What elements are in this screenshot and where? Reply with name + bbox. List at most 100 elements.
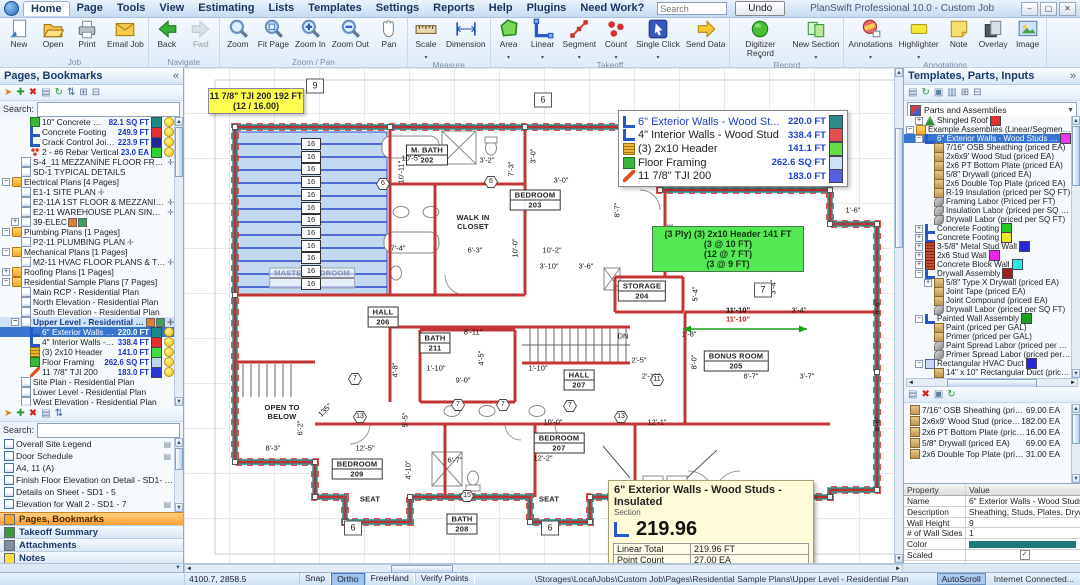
delete-icon[interactable]: ✖ <box>29 408 37 420</box>
visibility-bulb-icon[interactable] <box>164 137 174 147</box>
menu-tab-tools[interactable]: Tools <box>110 1 153 16</box>
collapse-icon[interactable]: − <box>915 315 923 323</box>
ribbon-button-image[interactable]: Image <box>1011 18 1045 60</box>
tree-row-14-x-10-rectangular-duct-priced-p[interactable]: −14" x 10" Rectangular Duct (priced p... <box>904 368 1071 377</box>
legend-row-6-exterior-walls-wood-st[interactable]: 6" Exterior Walls - Wood St...220.0 FT <box>623 115 843 129</box>
tree-row-7-16-osb-sheathing-priced-ea[interactable]: −7/16" OSB Sheathing (priced EA) <box>904 143 1071 152</box>
tree-row-2x6-pt-bottom-plate-priced-ea[interactable]: −2x6 PT Bottom Plate (priced EA) <box>904 161 1071 170</box>
tji-annotation-label[interactable]: 11 7/8" TJI 200 192 FT (12 / 16.00) <box>208 88 304 114</box>
tree-row-roofing-plans-1-pages[interactable]: +Roofing Plans [1 Pages] <box>0 267 174 277</box>
tree-row-6-exterior-walls-wood-stu[interactable]: −6" Exterior Walls - Wood Stu...220.0 FT <box>0 327 174 337</box>
refresh-icon[interactable]: ↻ <box>921 87 929 99</box>
page-link-icon[interactable]: ▤ <box>163 500 171 509</box>
tree-row-11-7-8-tji-200[interactable]: −11 7/8" TJI 200183.0 FT <box>0 367 174 377</box>
expand-icon[interactable]: + <box>924 279 932 287</box>
ribbon-button-zoom[interactable]: Zoom <box>221 18 255 57</box>
find-icon[interactable]: ▣ <box>934 87 943 99</box>
tree-row-primer-priced-per-gal[interactable]: −Primer (priced per GAL) <box>904 332 1071 341</box>
copy-icon[interactable]: ▥ <box>947 87 956 99</box>
tree-row-electrical-plans-4-pages[interactable]: −Electrical Plans [4 Pages] <box>0 177 174 187</box>
move-icon[interactable]: ✛ <box>167 318 174 327</box>
templates-tree-scrollbar[interactable]: ▲▼ <box>1071 116 1080 378</box>
tree-row-s-4-11-mezzanine-floor-framing-bldg-11[interactable]: −S-4_11 MEZZANINE FLOOR FRAMING - BLDG 1… <box>0 157 174 167</box>
properties-icon[interactable]: ▤ <box>908 389 917 401</box>
menu-tab-reports[interactable]: Reports <box>426 1 482 16</box>
ribbon-button-open[interactable]: Open <box>36 18 70 57</box>
collapse-icon[interactable]: − <box>915 135 923 143</box>
move-icon[interactable]: ✛ <box>167 208 174 217</box>
drawing-canvas[interactable]: 11 7/8" TJI 200 192 FT (12 / 16.00) (3 P… <box>184 68 903 563</box>
ribbon-button-pan[interactable]: Pan <box>372 18 406 57</box>
tree-row-e2-11a-1st-floor-mezzanine-level-offi[interactable]: −E2-11A 1ST FLOOR & MEZZANINE LEVEL OFFI… <box>0 197 174 207</box>
ribbon-button-new-section[interactable]: New Section▾ <box>789 18 842 60</box>
move-icon[interactable]: ✛ <box>167 158 174 167</box>
pin-icon[interactable]: ➤ <box>4 408 12 420</box>
collapse-icon[interactable]: − <box>915 360 923 368</box>
ribbon-button-scale[interactable]: Scale▾ <box>409 18 443 60</box>
legend-row-4-interior-walls-wood-stud[interactable]: 4" Interior Walls - Wood Stud338.4 FT <box>623 129 843 143</box>
sort-icon[interactable]: ⇅ <box>55 408 63 420</box>
property-row-scaled[interactable]: Scaled✓ <box>904 550 1080 561</box>
accordion-pages-bookmarks[interactable]: Pages, Bookmarks <box>0 512 183 525</box>
tree-row-paint-spread-labor-priced-per-hour[interactable]: −Paint Spread Labor (priced per Hour) <box>904 341 1071 350</box>
tree-row-floor-framing[interactable]: −Floor Framing262.6 SQ FT <box>0 357 174 367</box>
tree-row-paint-priced-per-gal[interactable]: −Paint (priced per GAL) <box>904 323 1071 332</box>
expand-all-icon[interactable]: ⊞ <box>79 87 87 99</box>
tree-row-6-exterior-walls-wood-studs-insulate[interactable]: −6" Exterior Walls - Wood Studs - Insula… <box>904 134 1071 143</box>
takeoff-legend[interactable]: 6" Exterior Walls - Wood St...220.0 FT4"… <box>618 110 848 187</box>
tree-row-south-elevation-residential-plan[interactable]: −South Elevation - Residential Plan <box>0 307 174 317</box>
tree-row-2x6x9-wood-stud-priced-ea[interactable]: −2x6x9' Wood Stud (priced EA) <box>904 152 1071 161</box>
collapse-panel-icon[interactable]: » <box>1070 70 1076 84</box>
ribbon-button-single-click[interactable]: Single Click▾ <box>633 18 683 60</box>
tree-row-insulation-labor-priced-per-sq-ft[interactable]: −Insulation Labor (priced per SQ FT) <box>904 206 1071 215</box>
collapse-icon[interactable]: − <box>906 126 914 134</box>
expand-icon[interactable]: + <box>915 234 923 242</box>
expand-icon[interactable]: + <box>11 218 19 226</box>
tree-row-joint-compound-priced-ea[interactable]: −Joint Compound (priced EA) <box>904 296 1071 305</box>
ribbon-button-count[interactable]: Count▾ <box>599 18 633 60</box>
property-row-description[interactable]: DescriptionSheathing, Studs, Plates, Dry… <box>904 507 1080 518</box>
expand-icon[interactable]: + <box>915 261 923 269</box>
menu-tab-settings[interactable]: Settings <box>369 1 426 16</box>
menu-tab-need-work[interactable]: Need Work? <box>573 1 651 16</box>
refresh-icon[interactable]: ↻ <box>947 389 955 401</box>
part-row-5-8-drywall-priced-ea[interactable]: 5/8" Drywall (priced EA)69.00 EA <box>904 437 1071 448</box>
part-row-2x6x9-wood-stud-priced-ea[interactable]: 2x6x9' Wood Stud (priced EA)182.00 EA <box>904 415 1071 426</box>
expand-icon[interactable]: + <box>915 117 923 125</box>
bookmark-overall-site-legend[interactable]: Overall Site Legend▤ <box>0 438 174 450</box>
property-row-color[interactable]: Color <box>904 539 1080 550</box>
ribbon-button-dimension[interactable]: Dimension <box>443 18 489 60</box>
move-icon[interactable]: ✛ <box>98 188 105 197</box>
ribbon-button-fwd[interactable]: Fwd <box>184 18 218 57</box>
menu-tab-home[interactable]: Home <box>23 1 70 16</box>
color-swatch[interactable] <box>151 367 162 378</box>
tree-row-39-elec[interactable]: +39-ELEC <box>0 217 174 227</box>
parts-scrollbar[interactable]: ▲▼ <box>1071 404 1080 483</box>
tree-row-3-2x10-header[interactable]: −(3) 2x10 Header141.0 FT <box>0 347 174 357</box>
properties-icon[interactable]: ▤ <box>41 87 50 99</box>
property-row-wall-height[interactable]: Wall Height9 <box>904 518 1080 529</box>
tree-row-4-interior-walls-wood-stud[interactable]: −4" Interior Walls - Wood Stud338.4 FT <box>0 337 174 347</box>
tree-row-2-6-rebar-vertical[interactable]: −2 - #6 Rebar Vertical23.0 EA <box>0 147 174 157</box>
pin-icon[interactable]: ➤ <box>4 87 12 99</box>
visibility-bulb-icon[interactable] <box>164 357 174 367</box>
ribbon-button-overlay[interactable]: Overlay <box>976 18 1011 60</box>
visibility-bulb-icon[interactable] <box>164 367 174 377</box>
tree-row-e2-11-warehouse-plan-single-line-diagr[interactable]: −E2-11 WAREHOUSE PLAN SINGLE LINE DIAGR.… <box>0 207 174 217</box>
visibility-bulb-icon[interactable] <box>164 147 174 157</box>
move-icon[interactable]: ✛ <box>127 238 134 247</box>
tree-row-rectangular-hvac-duct[interactable]: −Rectangular HVAC Duct <box>904 359 1071 368</box>
bookmarks-search-input[interactable] <box>37 423 180 438</box>
ribbon-button-send-data[interactable]: Send Data <box>683 18 729 60</box>
color-swatch[interactable] <box>151 147 162 158</box>
search-input[interactable] <box>657 2 727 15</box>
card-icon[interactable]: ▣ <box>934 389 943 401</box>
tree-row-shingled-roof[interactable]: +Shingled Roof <box>904 116 1071 125</box>
tree-row-m2-11-hvac-floor-plans-t-24[interactable]: −M2-11 HVAC FLOOR PLANS & T-24✛ <box>0 257 174 267</box>
color-swatch[interactable] <box>1019 241 1030 252</box>
ribbon-button-back[interactable]: Back <box>150 18 184 57</box>
tree-row-5-8-type-x-drywall-priced-ea[interactable]: +5/8" Type X Drywall (priced EA) <box>904 278 1071 287</box>
properties-icon[interactable]: ▤ <box>908 87 917 99</box>
add-icon[interactable]: ✚ <box>16 87 24 99</box>
templates-hscrollbar[interactable]: ◄ ► <box>906 378 1078 387</box>
